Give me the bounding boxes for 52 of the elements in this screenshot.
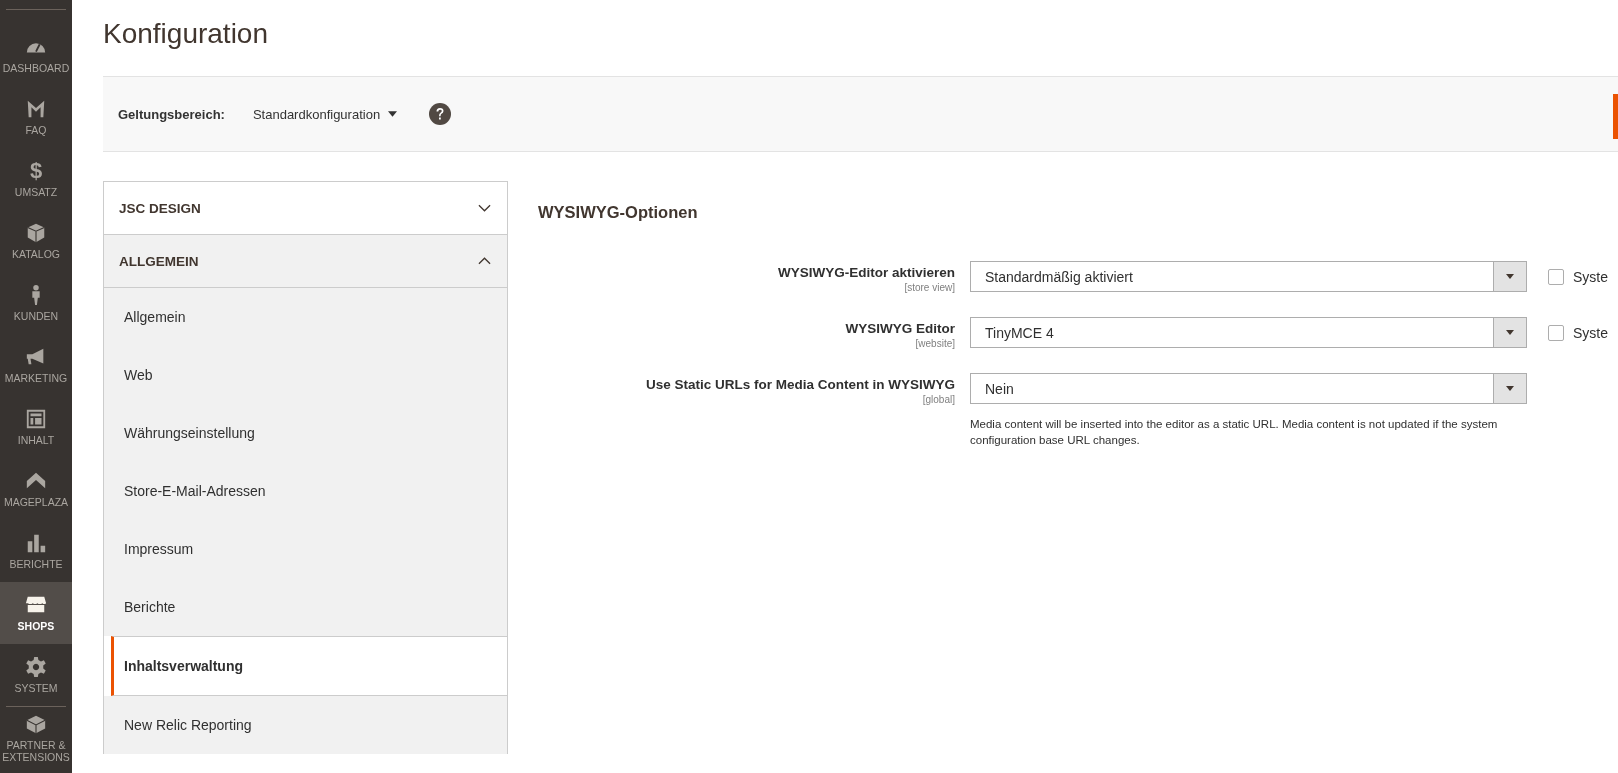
sidebar-item[interactable]: KUNDEN <box>0 272 72 334</box>
caret-icon <box>1506 386 1514 391</box>
dollar-icon: $ <box>29 160 43 182</box>
select-field[interactable]: Standardmäßig aktiviert <box>970 261 1527 292</box>
checkbox-label: Syste <box>1573 324 1608 341</box>
sidebar-item[interactable]: KATALOG <box>0 210 72 272</box>
field-label: WYSIWYG-Editor aktivieren <box>777 265 955 280</box>
group-title: WYSIWYG-Optionen <box>538 203 699 222</box>
scope-dropdown[interactable]: Standardkonfiguration <box>252 106 398 122</box>
select-field[interactable]: Nein <box>970 373 1527 404</box>
caret-icon <box>1506 330 1514 335</box>
sidebar-item[interactable]: DASHBOARD <box>0 24 72 86</box>
bar-chart-icon <box>25 532 47 554</box>
chevron-down-icon <box>478 204 491 212</box>
box-icon <box>25 222 47 244</box>
sidebar-item[interactable]: BERICHTE <box>0 520 72 582</box>
checkbox[interactable] <box>1548 268 1564 285</box>
config-tab[interactable]: Impressum <box>104 520 507 578</box>
sidebar-item[interactable]: FAQ <box>0 86 72 148</box>
config-tab[interactable]: Web <box>104 346 507 404</box>
config-tab[interactable]: Inhaltsverwaltung <box>111 636 507 696</box>
field-note: Media content will be inserted into the editor as a static URL. Media content is not updated if the system configuration base URL changes. <box>970 417 1499 448</box>
sidebar-item[interactable]: MAGEPLAZA <box>0 458 72 520</box>
caret-icon <box>1506 274 1514 279</box>
scope-hint: [website] <box>915 338 955 349</box>
config-tab[interactable]: Allgemein <box>104 288 507 346</box>
sidebar-item[interactable]: INHALT <box>0 396 72 458</box>
sidebar-item[interactable]: SYSTEM <box>0 644 72 706</box>
page-title: Konfiguration <box>103 18 269 51</box>
section-header[interactable]: ALLGEMEIN <box>104 235 507 288</box>
select-field[interactable]: TinyMCE 4 <box>970 317 1527 348</box>
field-label: WYSIWYG Editor <box>845 321 955 336</box>
layout-icon <box>25 408 47 430</box>
chevron-up-icon <box>478 257 491 265</box>
help-icon[interactable] <box>429 103 452 125</box>
sidebar-item[interactable]: $ UMSATZ <box>0 148 72 210</box>
config-tab[interactable]: Währungseinstellung <box>104 404 507 462</box>
field-label: Use Static URLs for Media Content in WYSIWYG <box>645 377 955 392</box>
caret-icon <box>388 111 398 117</box>
sidebar-item[interactable]: SHOPS <box>0 582 72 644</box>
scope-hint: [global] <box>922 394 955 405</box>
config-tab[interactable]: New Relic Reporting <box>104 696 507 754</box>
sidebar-item[interactable]: PARTNER & EXTENSIONS <box>0 707 72 769</box>
brick-icon <box>25 713 47 735</box>
config-tab[interactable]: Store-E-Mail-Adressen <box>104 462 507 520</box>
settings-icon <box>25 656 47 678</box>
checkbox[interactable] <box>1548 324 1564 341</box>
scope-hint: [store view] <box>904 282 955 293</box>
config-tab[interactable]: Berichte <box>104 578 507 636</box>
sidebar-item[interactable]: MARKETING <box>0 334 72 396</box>
checkbox-label: Syste <box>1573 268 1608 285</box>
scope-label: Geltungsbereich: <box>118 106 225 122</box>
